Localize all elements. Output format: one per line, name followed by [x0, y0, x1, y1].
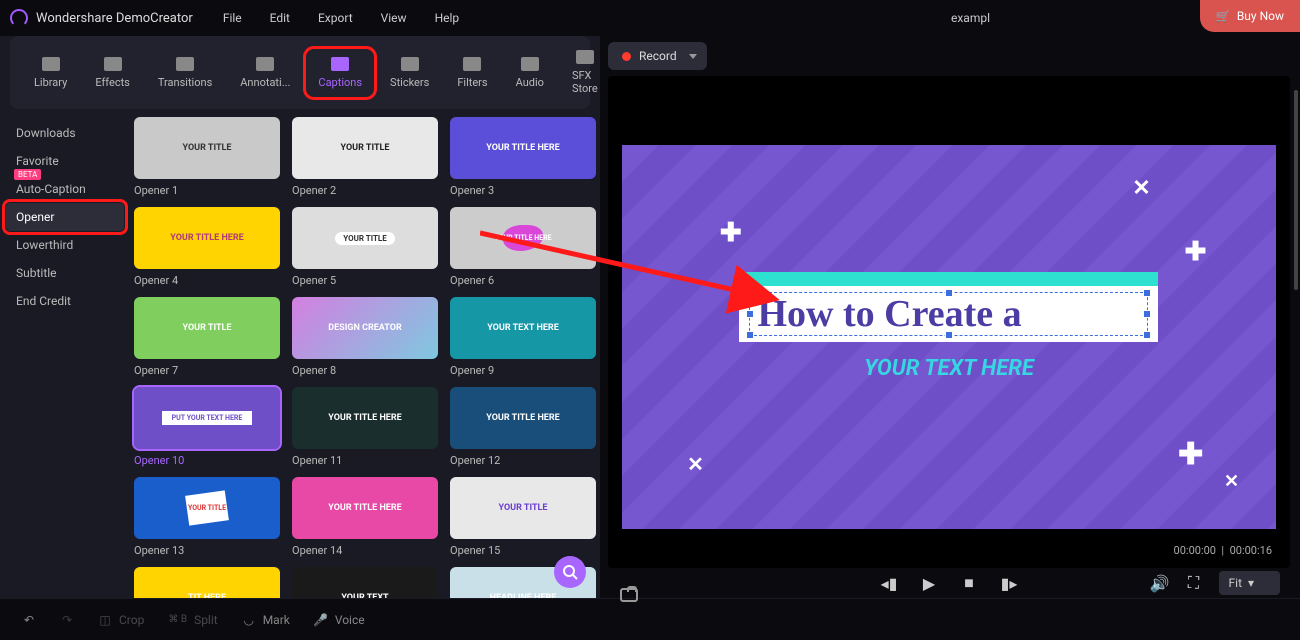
left-panel: LibraryEffectsTransitionsAnnotati...Capt…	[0, 36, 600, 598]
opener-thumb-1[interactable]: YOUR TITLEOpener 1	[134, 117, 280, 197]
sidebar-item-lowerthird[interactable]: Lowerthird	[6, 231, 124, 259]
mark-icon: ◡	[242, 613, 256, 627]
library-icon	[42, 57, 60, 71]
play-button[interactable]: ▶	[920, 574, 938, 592]
audio-icon	[521, 57, 539, 71]
record-label: Record	[639, 49, 677, 63]
tab-captions[interactable]: Captions	[308, 51, 372, 95]
crop-icon: ◫	[98, 613, 112, 627]
opener-grid: YOUR TITLEOpener 1YOUR TITLEOpener 2YOUR…	[130, 109, 600, 598]
opener-thumb-3[interactable]: YOUR TITLE HEREOpener 3	[450, 117, 596, 197]
buy-now-button[interactable]: 🛒 Buy Now	[1200, 0, 1300, 32]
sfx-icon	[576, 50, 594, 64]
title-bar: Wondershare DemoCreator File Edit Export Vi…	[0, 0, 1300, 36]
snapshot-button[interactable]	[620, 588, 638, 602]
tab-filters[interactable]: Filters	[447, 51, 497, 95]
record-button[interactable]: Record	[608, 42, 707, 70]
opener-thumb-7[interactable]: YOUR TITLEOpener 7	[134, 297, 280, 377]
menu-help[interactable]: Help	[435, 11, 460, 25]
split-button[interactable]: ⌘ BSplit	[168, 613, 217, 627]
menu-view[interactable]: View	[381, 11, 407, 25]
opener-thumb-4[interactable]: YOUR TITLE HEREOpener 4	[134, 207, 280, 287]
time-current: 00:00:00	[1174, 544, 1216, 557]
zoom-fit-select[interactable]: Fit ▾	[1219, 571, 1280, 595]
filters-icon	[463, 57, 481, 71]
tab-effects[interactable]: Effects	[85, 51, 140, 95]
opener-thumb-2[interactable]: YOUR TITLEOpener 2	[292, 117, 438, 197]
stickers-icon	[401, 57, 419, 71]
mark-button[interactable]: ◡Mark	[242, 613, 290, 627]
text-selection-box[interactable]	[749, 292, 1148, 336]
project-name: exampl	[951, 11, 990, 25]
tab-library[interactable]: Library	[24, 51, 77, 95]
opener-thumb-12[interactable]: YOUR TITLE HEREOpener 12	[450, 387, 596, 467]
opener-thumb-11[interactable]: YOUR TITLE HEREOpener 11	[292, 387, 438, 467]
transitions-icon	[176, 57, 194, 71]
sparkle-icon: ✕	[1224, 471, 1239, 492]
app-logo-icon	[10, 9, 28, 27]
tab-transitions[interactable]: Transitions	[148, 51, 222, 95]
stop-button[interactable]: ■	[960, 574, 978, 592]
effects-icon	[104, 57, 122, 71]
menu-file[interactable]: File	[223, 11, 242, 25]
opener-thumb-15[interactable]: YOUR TITLEOpener 15	[450, 477, 596, 557]
opener-thumb-6[interactable]: YOUR TITLE HEREOpener 6	[450, 207, 596, 287]
redo-button[interactable]: ↷	[60, 613, 74, 627]
record-dot-icon	[622, 52, 631, 61]
title-text-box[interactable]: How to Create a	[739, 272, 1158, 342]
sidebar-item-downloads[interactable]: Downloads	[6, 119, 124, 147]
voice-button[interactable]: 🎤Voice	[314, 613, 365, 627]
opener-thumb-16[interactable]: TIT HERE	[134, 567, 280, 598]
sidebar-item-auto-caption[interactable]: BETAAuto-Caption	[6, 175, 124, 203]
plus-icon: ✚	[1185, 237, 1207, 267]
undo-icon: ↶	[22, 613, 36, 627]
opener-thumb-14[interactable]: YOUR TITLE HEREOpener 14	[292, 477, 438, 557]
fullscreen-icon[interactable]: ⛶	[1185, 574, 1203, 592]
caption-sidebar: DownloadsFavoriteBETAAuto-CaptionOpenerL…	[0, 109, 130, 598]
crop-button[interactable]: ◫Crop	[98, 613, 144, 627]
prev-frame-button[interactable]: ◂▮	[880, 574, 898, 592]
opener-thumb-9[interactable]: YOUR TEXT HEREOpener 9	[450, 297, 596, 377]
time-total: 00:00:16	[1230, 544, 1272, 557]
volume-icon[interactable]: 🔊	[1151, 574, 1169, 592]
tab-stickers[interactable]: Stickers	[380, 51, 439, 95]
sparkle-icon: ✕	[1132, 176, 1150, 201]
menu-export[interactable]: Export	[318, 11, 353, 25]
preview-canvas[interactable]: ✕ ✚ ✚ ✕ ✚ ✕ How to Create a YOUR TEXT H	[608, 76, 1290, 568]
sidebar-item-end-credit[interactable]: End Credit	[6, 287, 124, 315]
opener-thumb-8[interactable]: DESIGN CREATOROpener 8	[292, 297, 438, 377]
tab-annotations[interactable]: Annotati...	[230, 51, 300, 95]
opener-thumb-10[interactable]: PUT YOUR TEXT HEREOpener 10	[134, 387, 280, 467]
sidebar-item-opener[interactable]: Opener	[6, 203, 124, 231]
plus-icon: ✚	[1178, 437, 1203, 472]
playback-controls: 00:00:00 | 00:00:16 ◂▮ ▶ ■ ▮▸ 🔊 ⛶ Fit ▾	[608, 568, 1290, 598]
mic-icon: 🎤	[314, 613, 328, 627]
plus-icon: ✚	[720, 218, 742, 248]
search-icon	[562, 564, 578, 580]
app-name: Wondershare DemoCreator	[36, 11, 193, 26]
annotations-icon	[256, 57, 274, 71]
next-frame-button[interactable]: ▮▸	[1000, 574, 1018, 592]
opener-thumb-13[interactable]: YOUR TITLEOpener 13	[134, 477, 280, 557]
menu-edit[interactable]: Edit	[270, 11, 290, 25]
tool-tabs: LibraryEffectsTransitionsAnnotati...Capt…	[10, 36, 590, 109]
subtitle-text[interactable]: YOUR TEXT HERE	[622, 356, 1277, 381]
opener-thumb-17[interactable]: YOUR TEXT	[292, 567, 438, 598]
search-button[interactable]	[554, 556, 586, 588]
cart-icon: 🛒	[1216, 9, 1231, 23]
captions-icon	[331, 57, 349, 71]
buy-now-label: Buy Now	[1237, 9, 1284, 23]
tab-audio[interactable]: Audio	[506, 51, 554, 95]
sidebar-item-subtitle[interactable]: Subtitle	[6, 259, 124, 287]
timeline-toolbar: ↶ ↷ ◫Crop ⌘ BSplit ◡Mark 🎤Voice	[0, 598, 1300, 640]
opener-thumb-5[interactable]: YOUR TITLEOpener 5	[292, 207, 438, 287]
right-panel: Record ✕ ✚ ✚ ✕ ✚ ✕ How to Create a	[600, 36, 1300, 598]
redo-icon: ↷	[60, 613, 74, 627]
menu-bar: File Edit Export View Help	[223, 11, 459, 25]
sparkle-icon: ✕	[687, 452, 704, 476]
undo-button[interactable]: ↶	[22, 613, 36, 627]
